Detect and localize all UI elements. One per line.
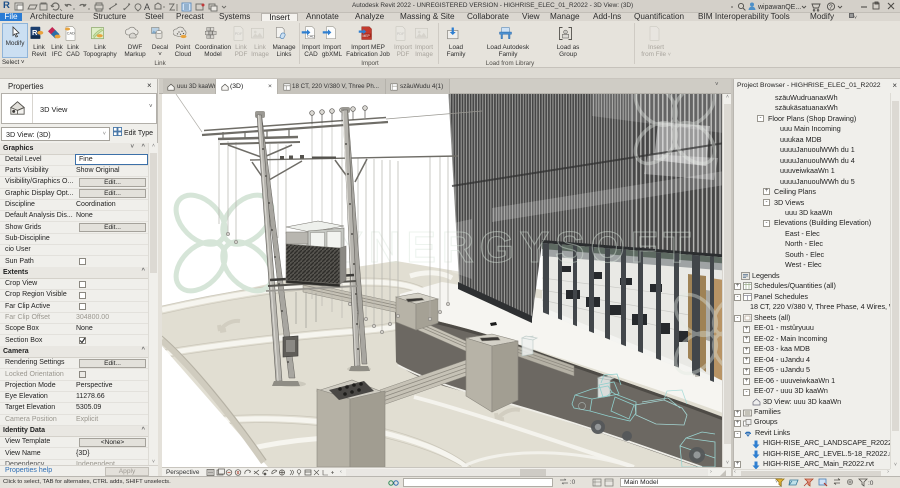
svg-text:MEP: MEP bbox=[363, 34, 371, 38]
svg-text:CAD: CAD bbox=[307, 34, 315, 38]
svg-text:A: A bbox=[144, 2, 150, 12]
svg-text::0: :0 bbox=[868, 480, 874, 487]
svg-text:PDF: PDF bbox=[235, 32, 243, 36]
svg-text:R: R bbox=[32, 28, 38, 37]
svg-text:PDF: PDF bbox=[397, 32, 405, 36]
svg-text:CAD: CAD bbox=[67, 31, 75, 35]
svg-text:wipawanQE...: wipawanQE... bbox=[757, 4, 801, 11]
svg-text:?: ? bbox=[829, 4, 833, 11]
